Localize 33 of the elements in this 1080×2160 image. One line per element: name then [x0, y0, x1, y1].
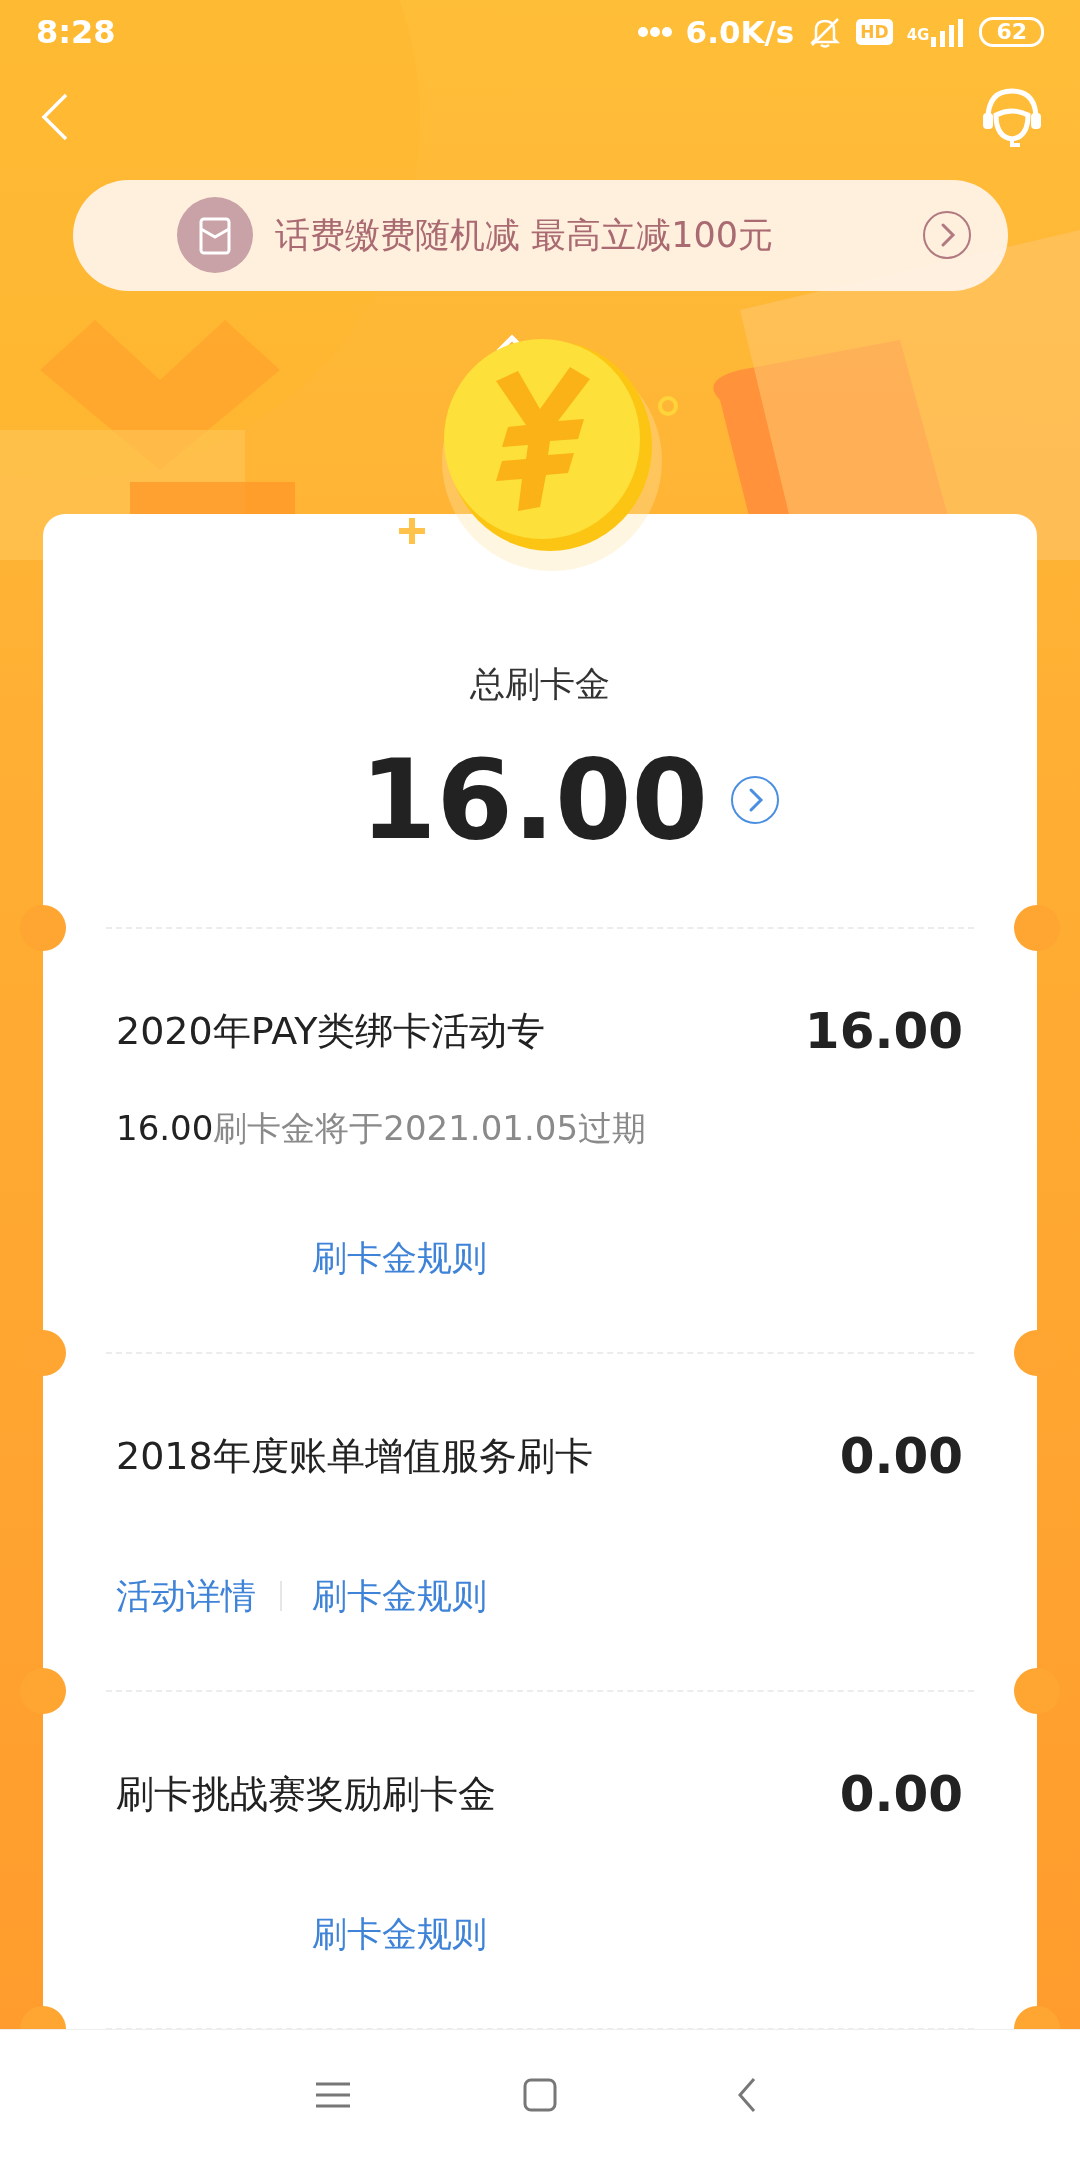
home-button[interactable] — [523, 2078, 557, 2112]
signal-icon — [931, 16, 966, 47]
envelope-icon — [177, 197, 253, 274]
activity-title: 刷卡挑战赛奖励刷卡金 — [116, 1770, 496, 1818]
expiry-amount: 16.00 — [116, 1108, 214, 1148]
network-type: 4G — [906, 25, 930, 44]
activity-amount: 16.00 — [804, 1002, 963, 1060]
hd-badge: HD — [856, 18, 893, 45]
more-dots-icon — [637, 26, 672, 37]
status-time: 8:28 — [36, 12, 116, 51]
battery-level: 62 — [979, 16, 1044, 47]
total-amount: 16.00 — [360, 735, 708, 865]
total-label: 总刷卡金 — [470, 663, 610, 706]
back-nav-button[interactable] — [736, 2077, 757, 2113]
rules-link[interactable]: 刷卡金规则 — [312, 1234, 487, 1282]
activity-amount: 0.00 — [839, 1427, 963, 1485]
expiry-text: 刷卡金将于2021.01.05过期 — [213, 1108, 646, 1148]
chevron-right-icon — [922, 210, 972, 261]
activity-details-link[interactable]: 活动详情 — [116, 1572, 256, 1620]
rules-link[interactable]: 刷卡金规则 — [312, 1572, 487, 1620]
details-button[interactable] — [729, 775, 780, 825]
ticket-notch — [20, 905, 66, 951]
promo-banner[interactable]: 话费缴费随机减 最高立减100元 — [73, 179, 1008, 291]
activity-title: 2020年PAY类绑卡活动专 — [116, 1007, 546, 1055]
banner-text: 话费缴费随机减 最高立减100元 — [275, 213, 774, 257]
network-speed: 6.0K/s — [685, 13, 795, 50]
rules-link[interactable]: 刷卡金规则 — [312, 1910, 487, 1958]
ticket-notch — [20, 1668, 66, 1714]
activity-amount: 0.00 — [839, 1765, 963, 1823]
activity-title: 2018年度账单增值服务刷卡 — [116, 1432, 593, 1480]
sparkle-icon — [399, 518, 425, 544]
ticket-notch — [1014, 905, 1060, 951]
menu-button[interactable] — [316, 2081, 351, 2109]
